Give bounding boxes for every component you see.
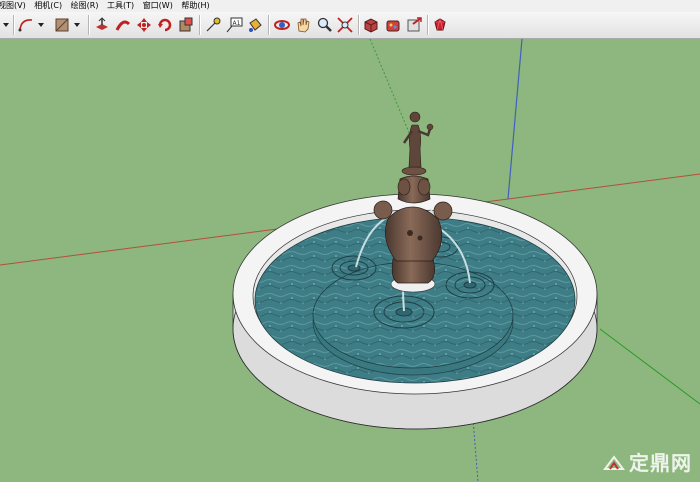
zoom-extents-icon[interactable]	[336, 16, 354, 34]
select-dropdown-arrow[interactable]	[0, 16, 12, 34]
menu-window[interactable]: 窗口(W)	[142, 0, 176, 12]
toolbar-separator	[88, 15, 90, 35]
menu-bar: 视图(V) 相机(C) 绘图(R) 工具(T) 窗口(W) 帮助(H)	[0, 0, 700, 12]
pan-hand-icon[interactable]	[294, 16, 312, 34]
toolbar-separator	[358, 15, 360, 35]
push-pull-icon[interactable]	[93, 16, 111, 34]
watermark-logo-icon	[603, 454, 625, 470]
toolbar: A1	[0, 12, 700, 39]
menu-view[interactable]: 视图(V)	[0, 0, 29, 12]
rectangle-icon[interactable]	[53, 16, 71, 34]
menu-camera[interactable]: 相机(C)	[33, 0, 65, 12]
components-icon[interactable]	[362, 16, 380, 34]
tape-measure-icon[interactable]	[204, 16, 222, 34]
orbit-icon[interactable]	[273, 16, 291, 34]
menu-tools[interactable]: 工具(T)	[106, 0, 137, 12]
arc-dropdown-arrow[interactable]	[36, 16, 46, 34]
toolbar-separator	[199, 15, 201, 35]
paint-bucket-icon[interactable]	[246, 16, 264, 34]
ruby-console-icon[interactable]	[431, 16, 449, 34]
share-model-icon[interactable]	[405, 16, 423, 34]
svg-text:A1: A1	[233, 20, 241, 27]
materials-icon[interactable]	[384, 16, 402, 34]
toolbar-separator	[13, 15, 15, 35]
watermark: 定鼎网	[603, 447, 692, 476]
zoom-icon[interactable]	[315, 16, 333, 34]
toolbar-separator	[427, 15, 429, 35]
menu-draw[interactable]: 绘图(R)	[70, 0, 102, 12]
model-viewport[interactable]	[0, 39, 700, 482]
move-icon[interactable]	[135, 16, 153, 34]
shape-dropdown-arrow[interactable]	[72, 16, 82, 34]
toolbar-separator	[268, 15, 270, 35]
scale-icon[interactable]	[177, 16, 195, 34]
follow-me-icon[interactable]	[114, 16, 132, 34]
arc-icon[interactable]	[17, 16, 35, 34]
rotate-icon[interactable]	[156, 16, 174, 34]
watermark-text: 定鼎网	[629, 451, 692, 475]
menu-help[interactable]: 帮助(H)	[180, 0, 212, 12]
text-label-icon[interactable]: A1	[225, 16, 243, 34]
